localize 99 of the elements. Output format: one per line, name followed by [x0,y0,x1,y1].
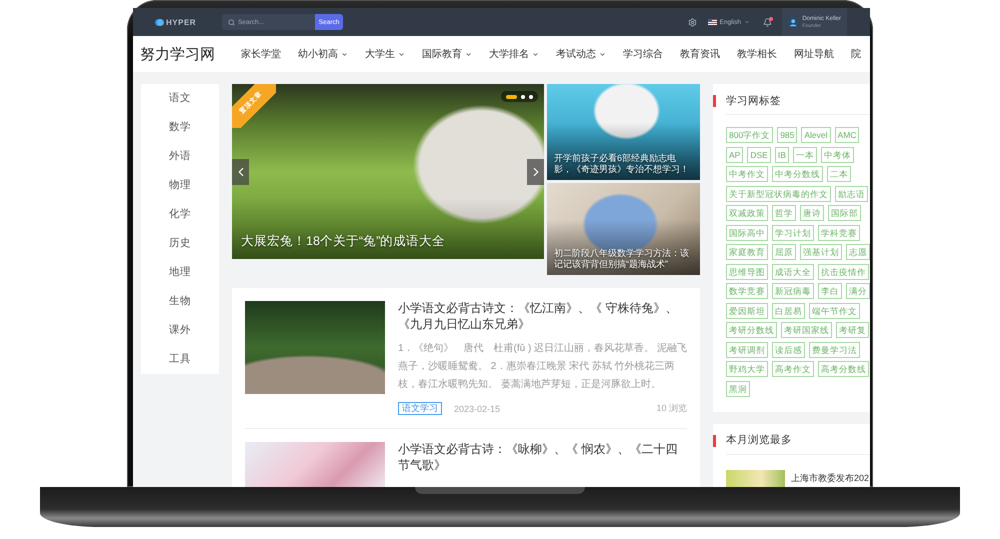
tag-link[interactable]: AMC [834,127,860,143]
flag-icon [708,19,717,25]
feature-caption[interactable]: 开学前孩子必看6部经典励志电影，《奇迹男孩》专治不想学习！ [554,153,692,175]
caret-icon [341,50,348,58]
tag-link[interactable]: 成语大全 [772,264,814,280]
tag-link[interactable]: 双减政策 [726,205,768,221]
subject-link[interactable]: 外语 [141,142,219,171]
logo-icon [155,18,164,26]
tag-link[interactable]: 二本 [827,166,851,182]
subject-link[interactable]: 物理 [141,171,219,200]
previous-button[interactable] [232,159,249,185]
tag-link[interactable]: 中考作文 [726,166,768,182]
heading-accent-bar [713,95,716,107]
nav-link[interactable]: 教学相长 [737,47,777,61]
tag-link[interactable]: 屈原 [772,244,796,260]
subject-link[interactable]: 地理 [141,258,219,287]
subject-link[interactable]: 数学 [141,113,219,142]
nav-link[interactable]: 院 [851,47,861,61]
nav-link[interactable]: 学习综合 [623,47,663,61]
category-tag[interactable]: 语文学习 [398,402,442,415]
subject-link[interactable]: 化学 [141,200,219,229]
next-button[interactable] [527,159,544,185]
caret-icon [465,50,472,58]
nav-link[interactable]: 考试动态 [556,47,606,61]
slide-caption[interactable]: 大展宏兔！18个关于“兔”的成语大全 [241,233,446,250]
tag-link[interactable]: 思维导图 [726,264,768,280]
subject-link[interactable]: 课外 [141,316,219,345]
card-heading: 本月浏览最多 [726,433,792,447]
photo-placeholder[interactable] [245,301,385,394]
caret-icon [599,50,606,58]
tag-link[interactable]: AP [726,146,744,162]
card-heading: 学习网标签 [726,94,781,108]
search-icon [228,18,236,26]
nav-link[interactable]: 教育资讯 [680,47,720,61]
tag-link[interactable]: 家庭教育 [726,244,768,260]
avatar-icon [788,16,798,28]
article-date: 2023-02-15 [454,404,500,414]
subject-link[interactable]: 生物 [141,287,219,316]
tag-link[interactable]: Alevel [801,127,831,143]
tag-link[interactable]: IB [774,146,789,162]
heading-accent-bar [713,434,716,446]
tag-link[interactable]: 励志语 [835,186,868,202]
tag-link[interactable]: 抗击疫情作 [818,264,869,280]
tag-link[interactable]: 985 [777,127,798,143]
feature-caption[interactable]: 初二阶段八年级数学学习方法：该记记该背背但别搞“题海战术” [554,248,692,270]
tag-link[interactable]: 爱因斯坦 [726,302,768,318]
tag-link[interactable]: 中考分数线 [772,166,823,182]
tag-link[interactable]: 学习计划 [772,224,814,240]
article-excerpt: 1．《绝句》 唐代 杜甫(fǔ ) 迟日江山丽，春风花草香。 泥融飞燕子，沙暖睡鸳鸯。 2．惠崇春江晚景 宋代 苏轼 竹外桃花三两枝，春江水暖鸭先知。 蒌蒿满地芦芽短，正是河豚欲上时。 [398,342,687,392]
carousel-dot[interactable] [529,94,533,98]
site-logo[interactable]: 努力学习网 [140,44,215,64]
bell-icon[interactable] [763,18,772,26]
subject-link[interactable]: 工具 [141,345,219,374]
tag-link[interactable]: 考研国家线 [781,322,832,338]
tag-link[interactable]: 一本 [792,146,817,162]
tag-link[interactable]: 强基计划 [800,244,842,260]
nav-link[interactable]: 大学排名 [489,47,539,61]
caret-icon [532,50,539,58]
carousel-dot[interactable] [521,94,525,98]
article-title[interactable]: 小学语文必背古诗文：《忆江南》、《 守株待兔》、《九月九日忆山东兄弟》 [398,301,687,332]
tag-link[interactable]: 高考分数线 [818,361,869,377]
settings-icon[interactable] [688,18,697,26]
tag-link[interactable]: 哲学 [772,205,796,221]
tag-link[interactable]: 学科竞赛 [818,224,860,240]
tag-link[interactable]: 志愿 [846,244,870,260]
nav-link[interactable]: 大学生 [365,47,405,61]
tag-link[interactable]: 国际部 [828,205,861,221]
article-link[interactable]: 上海市教委发布202 [791,472,870,487]
tag-link[interactable]: 满分 [846,283,870,299]
tag-link[interactable]: 费曼学习法 [809,342,860,358]
tag-link[interactable]: 国际高中 [726,224,768,240]
nav-link[interactable]: 幼小初高 [298,47,348,61]
tag-link[interactable]: 白居易 [772,302,805,318]
tag-link[interactable]: 考研调剂 [726,342,768,358]
tag-link[interactable]: 端午节作文 [809,302,860,318]
tag-link[interactable]: 考研分数线 [726,322,777,338]
nav-link[interactable]: 国际教育 [422,47,472,61]
nav-link[interactable]: 网址导航 [794,47,834,61]
tag-link[interactable]: 李白 [818,283,842,299]
tag-link[interactable]: 唐诗 [800,205,824,221]
view-count: 10 浏览 [656,402,687,415]
tag-link[interactable]: 野鸡大学 [726,361,768,377]
tag-link[interactable]: 关于新型冠状病毒的作文 [726,186,831,202]
subject-link[interactable]: 语文 [141,84,219,113]
tag-link[interactable]: DSE [747,146,771,162]
tag-link[interactable]: 读后感 [772,342,805,358]
tag-link[interactable]: 高考作文 [772,361,814,377]
tag-link[interactable]: 考研复 [836,322,869,338]
nav-link[interactable]: 家长学堂 [241,47,281,61]
tag-link[interactable]: 新冠病毒 [772,283,814,299]
caret-icon [744,19,750,25]
subject-link[interactable]: 历史 [141,229,219,258]
caret-icon [398,50,405,58]
tag-link[interactable]: 中考体 [820,146,854,162]
logo-text: HYPER [166,18,196,26]
article-title[interactable]: 小学语文必背古诗：《咏柳》、《 悯农》、《二十四节气歌》 [398,442,687,473]
tag-link[interactable]: 黑洞 [726,380,750,396]
tag-link[interactable]: 800字作文 [726,127,774,143]
tag-link[interactable]: 数学竞赛 [726,283,768,299]
